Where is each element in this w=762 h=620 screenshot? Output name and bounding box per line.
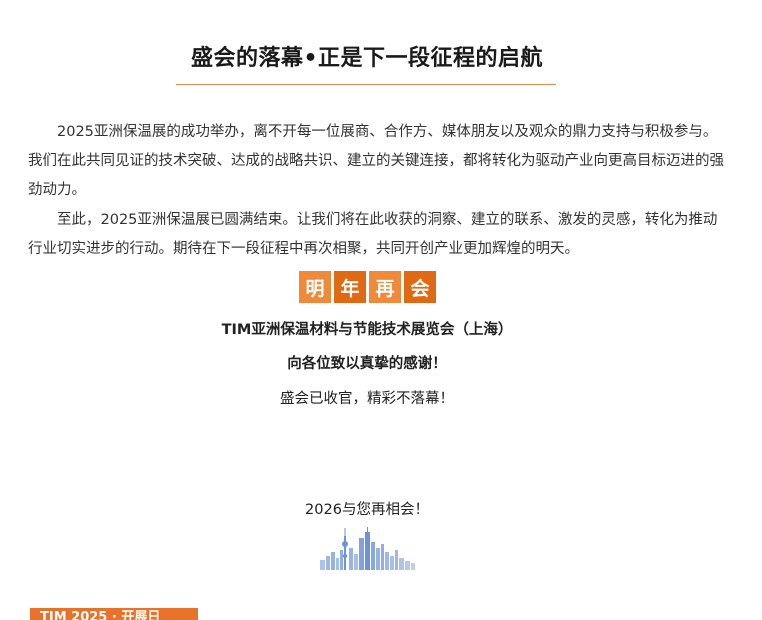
see-you-next-year-banner: 明 年 再 会: [299, 271, 436, 303]
banner-char-tile: 会: [404, 271, 436, 303]
exhibition-name: TIM亚洲保温材料与节能技术展览会（上海）: [221, 322, 513, 338]
closing-line: 盛会已收官，精彩不落幕！: [280, 391, 454, 407]
bottom-section-tab: TIM 2025 · 开展日: [30, 608, 198, 620]
title-divider: [176, 84, 556, 85]
banner-char-tile: 年: [334, 271, 366, 303]
article-title: 盛会的落幕•正是下一段征程的启航: [190, 46, 544, 71]
city-skyline-icon: [320, 527, 415, 570]
bottom-section-tab-label: TIM 2025 · 开展日: [40, 610, 161, 620]
intro-paragraph: 2025亚洲保温展的成功举办，离不开每一位展商、合作方、媒体朋友以及观众的鼎力支…: [28, 124, 724, 198]
thanks-line: 向各位致以真挚的感谢！: [287, 356, 447, 372]
conclusion-paragraph: 至此，2025亚洲保温展已圆满结束。让我们将在此收获的洞察、建立的联系、激发的灵…: [28, 212, 718, 257]
banner-char-tile: 明: [299, 271, 331, 303]
banner-char-tile: 再: [369, 271, 401, 303]
reunion-line: 2026与您再相会！: [305, 502, 429, 518]
